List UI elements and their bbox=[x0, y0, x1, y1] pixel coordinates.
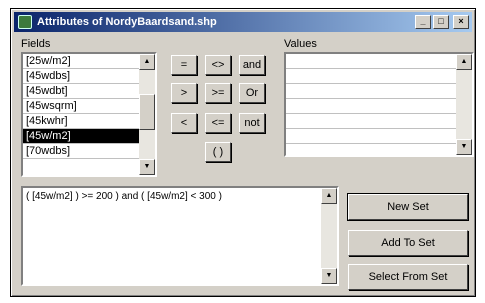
greater-equal-button[interactable]: >= bbox=[205, 83, 231, 103]
scroll-down-icon[interactable]: ▼ bbox=[139, 159, 155, 175]
fields-label: Fields bbox=[21, 38, 51, 50]
greater-than-button[interactable]: > bbox=[171, 83, 197, 103]
expression-scrollbar[interactable]: ▲ ▼ bbox=[321, 188, 337, 284]
not-button[interactable]: not bbox=[239, 113, 265, 133]
list-item[interactable]: [25w/m2] bbox=[23, 54, 155, 69]
not-equals-button[interactable]: <> bbox=[205, 55, 231, 75]
list-item[interactable]: [45kwhr] bbox=[23, 114, 155, 129]
scroll-up-icon[interactable]: ▲ bbox=[321, 188, 337, 204]
list-item[interactable] bbox=[286, 99, 472, 114]
equals-button[interactable]: = bbox=[171, 55, 197, 75]
or-button[interactable]: Or bbox=[239, 83, 265, 103]
maximize-button[interactable]: □ bbox=[433, 15, 449, 29]
values-list[interactable]: ▲ ▼ bbox=[284, 52, 474, 157]
fields-scrollbar[interactable]: ▲ ▼ bbox=[139, 54, 155, 175]
list-item[interactable]: [70wdbs] bbox=[23, 144, 155, 159]
parentheses-button[interactable]: ( ) bbox=[205, 142, 231, 162]
add-to-set-button[interactable]: Add To Set bbox=[348, 230, 468, 256]
scroll-up-icon[interactable]: ▲ bbox=[456, 54, 472, 70]
minimize-button[interactable]: _ bbox=[415, 15, 431, 29]
scroll-thumb[interactable] bbox=[139, 94, 155, 130]
values-scrollbar[interactable]: ▲ ▼ bbox=[456, 54, 472, 155]
window-title: Attributes of NordyBaardsand.shp bbox=[37, 16, 217, 28]
list-item[interactable]: [45wdbt] bbox=[23, 84, 155, 99]
and-button[interactable]: and bbox=[239, 55, 265, 75]
list-item[interactable] bbox=[286, 69, 472, 84]
app-icon bbox=[18, 15, 32, 29]
list-item[interactable] bbox=[286, 54, 472, 69]
list-item-selected[interactable]: [45w/m2] bbox=[23, 129, 155, 144]
title-bar[interactable]: Attributes of NordyBaardsand.shp _ □ × bbox=[14, 12, 472, 32]
list-item[interactable] bbox=[286, 129, 472, 144]
attributes-dialog: Attributes of NordyBaardsand.shp _ □ × F… bbox=[10, 8, 476, 297]
new-set-button[interactable]: New Set bbox=[347, 193, 469, 221]
select-from-set-button[interactable]: Select From Set bbox=[348, 264, 468, 290]
less-than-button[interactable]: < bbox=[171, 113, 197, 133]
list-item[interactable]: [45wdbs] bbox=[23, 69, 155, 84]
list-item[interactable]: [45wsqrm] bbox=[23, 99, 155, 114]
list-item[interactable] bbox=[286, 84, 472, 99]
values-label: Values bbox=[284, 38, 317, 50]
fields-list[interactable]: [25w/m2] [45wdbs] [45wdbt] [45wsqrm] [45… bbox=[21, 52, 157, 177]
less-equal-button[interactable]: <= bbox=[205, 113, 231, 133]
scroll-up-icon[interactable]: ▲ bbox=[139, 54, 155, 70]
expression-text[interactable]: ( [45w/m2] ) >= 200 ) and ( [45w/m2] < 3… bbox=[26, 191, 317, 202]
close-button[interactable]: × bbox=[453, 15, 469, 29]
expression-textarea[interactable]: ( [45w/m2] ) >= 200 ) and ( [45w/m2] < 3… bbox=[21, 186, 339, 286]
scroll-down-icon[interactable]: ▼ bbox=[456, 139, 472, 155]
list-item[interactable] bbox=[286, 114, 472, 129]
scroll-down-icon[interactable]: ▼ bbox=[321, 268, 337, 284]
